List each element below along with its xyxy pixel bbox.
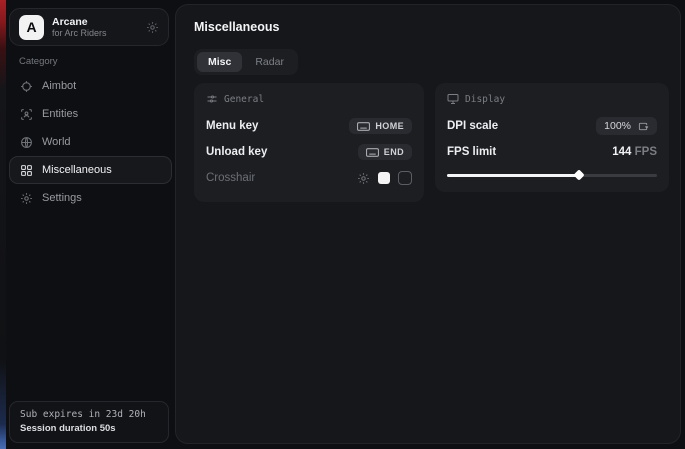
sidebar-item-label: Miscellaneous: [42, 164, 112, 176]
menu-key-row: Menu key HOME: [206, 114, 412, 138]
sidebar-item-miscellaneous[interactable]: Miscellaneous: [9, 156, 172, 184]
dpi-scale-label: DPI scale: [447, 120, 498, 132]
session-duration-text: Session duration 50s: [20, 423, 158, 434]
fps-limit-slider[interactable]: [447, 170, 657, 180]
category-label: Category: [19, 56, 58, 67]
crosshair-checkbox[interactable]: [398, 171, 412, 185]
crosshair-row: Crosshair: [206, 166, 412, 190]
slider-fill: [447, 174, 579, 177]
app-meta: Arcane for Arc Riders: [52, 16, 138, 38]
keyboard-icon: [366, 148, 379, 157]
dpi-scale-value: 100%: [604, 120, 631, 132]
app-logo: A: [19, 15, 44, 40]
unload-key-bind-button[interactable]: END: [358, 144, 412, 160]
monitor-icon: [447, 93, 459, 105]
crosshair-color-swatch[interactable]: [378, 172, 390, 184]
dpi-scale-select[interactable]: 100%: [596, 117, 657, 135]
sidebar-nav: Aimbot Entities World Miscellaneous Sett…: [6, 72, 175, 212]
crosshair-controls: [357, 171, 412, 185]
sidebar-item-label: Aimbot: [42, 80, 76, 92]
fps-limit-label: FPS limit: [447, 146, 496, 158]
fps-unit: FPS: [635, 146, 657, 158]
unload-key-value: END: [384, 147, 404, 157]
menu-key-label: Menu key: [206, 120, 258, 132]
subscription-card: Sub expires in 23d 20h Session duration …: [9, 401, 169, 443]
menu-key-bind-button[interactable]: HOME: [349, 118, 412, 134]
fps-limit-row: FPS limit 144 FPS: [447, 140, 657, 164]
app-subtitle: for Arc Riders: [52, 28, 138, 38]
gear-icon[interactable]: [146, 21, 159, 34]
general-card: General Menu key HOME Unload key END: [194, 83, 424, 202]
sidebar-item-label: Entities: [42, 108, 78, 120]
gear-icon: [20, 192, 33, 205]
display-card: Display DPI scale 100% FPS limit 144 FPS: [435, 83, 669, 192]
scan-person-icon: [20, 108, 33, 121]
cards-row: General Menu key HOME Unload key END: [194, 83, 669, 202]
sidebar-item-label: Settings: [42, 192, 82, 204]
dpi-scale-row: DPI scale 100%: [447, 114, 657, 138]
unload-key-label: Unload key: [206, 146, 267, 158]
general-card-title: General: [224, 94, 264, 105]
general-card-header: General: [206, 93, 412, 105]
tab-bar: Misc Radar: [194, 49, 298, 75]
app-header-card: A Arcane for Arc Riders: [9, 8, 169, 46]
page-title: Miscellaneous: [194, 20, 279, 34]
keyboard-icon: [357, 122, 370, 131]
sidebar: A Arcane for Arc Riders Category Aimbot …: [6, 0, 175, 449]
main-panel: Miscellaneous Misc Radar General Menu ke…: [175, 4, 681, 444]
grid-icon: [20, 164, 33, 177]
globe-icon: [20, 136, 33, 149]
tab-radar[interactable]: Radar: [244, 52, 295, 72]
sliders-icon: [206, 93, 218, 105]
sidebar-item-world[interactable]: World: [9, 128, 172, 156]
sidebar-item-label: World: [42, 136, 71, 148]
display-card-header: Display: [447, 93, 657, 105]
gear-icon[interactable]: [357, 172, 370, 185]
crosshair-label: Crosshair: [206, 172, 255, 184]
cycle-icon: [638, 121, 649, 132]
app-title: Arcane: [52, 16, 138, 28]
slider-thumb[interactable]: [574, 169, 585, 180]
sidebar-item-aimbot[interactable]: Aimbot: [9, 72, 172, 100]
display-card-title: Display: [465, 94, 505, 105]
unload-key-row: Unload key END: [206, 140, 412, 164]
fps-limit-value: 144 FPS: [612, 146, 657, 158]
crosshair-icon: [20, 80, 33, 93]
tab-misc[interactable]: Misc: [197, 52, 242, 72]
menu-key-value: HOME: [375, 121, 404, 131]
sidebar-item-settings[interactable]: Settings: [9, 184, 172, 212]
sub-expires-text: Sub expires in 23d 20h: [20, 409, 158, 420]
sidebar-item-entities[interactable]: Entities: [9, 100, 172, 128]
